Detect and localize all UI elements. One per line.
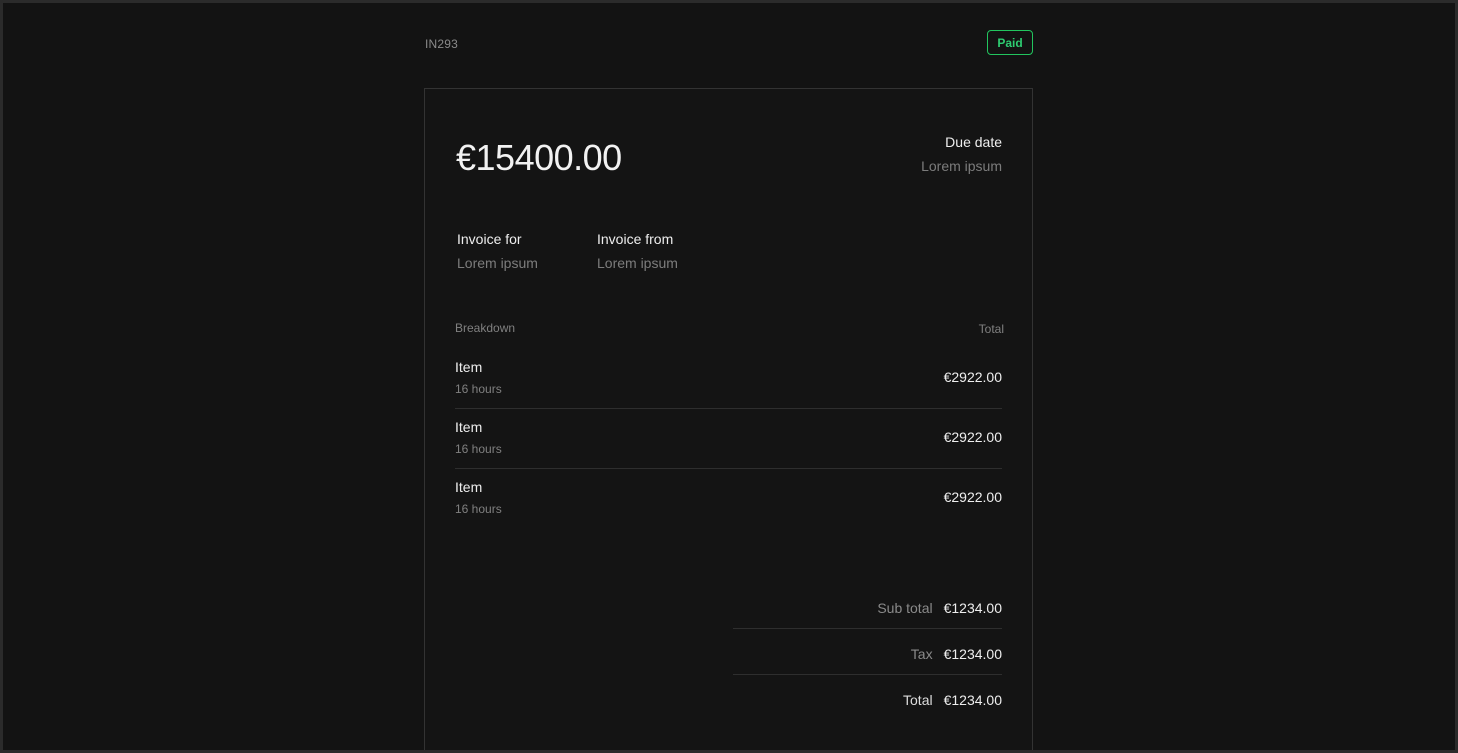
- tax-value: €1234.00: [943, 645, 1002, 662]
- line-item-name: Item: [455, 359, 483, 375]
- grand-total-row: Total €1234.00: [733, 675, 1002, 721]
- line-item-quantity: 16 hours: [455, 502, 502, 516]
- invoice-for-value: Lorem ipsum: [457, 255, 538, 271]
- invoice-from-label: Invoice from: [597, 231, 674, 247]
- total-column-header: Total: [978, 322, 1004, 336]
- subtotal-label: Sub total: [877, 599, 933, 616]
- invoice-for-block: Invoice for Lorem ipsum: [457, 230, 538, 272]
- invoice-amount: €15400.00: [456, 137, 622, 178]
- line-item-total: €2922.00: [943, 489, 1002, 505]
- grand-total-label: Total: [903, 692, 933, 708]
- tax-row: Tax €1234.00: [733, 629, 1002, 675]
- status-badge: Paid: [987, 30, 1033, 55]
- due-date-value: Lorem ipsum: [921, 158, 1002, 174]
- breakdown-header: Breakdown: [455, 321, 516, 335]
- subtotal-row: Sub total €1234.00: [733, 583, 1002, 629]
- subtotal-value: €1234.00: [943, 599, 1002, 616]
- line-item-total: €2922.00: [943, 429, 1002, 445]
- invoice-id: IN293: [425, 37, 459, 51]
- invoice-from-value: Lorem ipsum: [597, 255, 678, 271]
- invoice-from-block: Invoice from Lorem ipsum: [597, 230, 678, 272]
- line-items: Item 16 hours €2922.00 Item 16 hours €29…: [455, 349, 1002, 529]
- due-date-label: Due date: [945, 134, 1002, 150]
- invoice-for-label: Invoice for: [457, 231, 522, 247]
- invoice-page: IN293 Paid €15400.00 Due date Lorem ipsu…: [3, 3, 1455, 750]
- line-item: Item 16 hours €2922.00: [455, 469, 1002, 529]
- due-date-block: Due date Lorem ipsum: [921, 133, 1002, 175]
- line-item-name: Item: [455, 479, 483, 495]
- line-item-quantity: 16 hours: [455, 382, 502, 396]
- invoice-card: €15400.00 Due date Lorem ipsum Invoice f…: [424, 88, 1033, 750]
- line-item-quantity: 16 hours: [455, 442, 502, 456]
- tax-label: Tax: [910, 645, 933, 662]
- totals-summary: Sub total €1234.00 Tax €1234.00 Total €1…: [733, 583, 1002, 721]
- line-item-name: Item: [455, 419, 483, 435]
- grand-total-value: €1234.00: [943, 692, 1002, 708]
- line-item: Item 16 hours €2922.00: [455, 409, 1002, 469]
- line-item-total: €2922.00: [943, 369, 1002, 385]
- line-item: Item 16 hours €2922.00: [455, 349, 1002, 409]
